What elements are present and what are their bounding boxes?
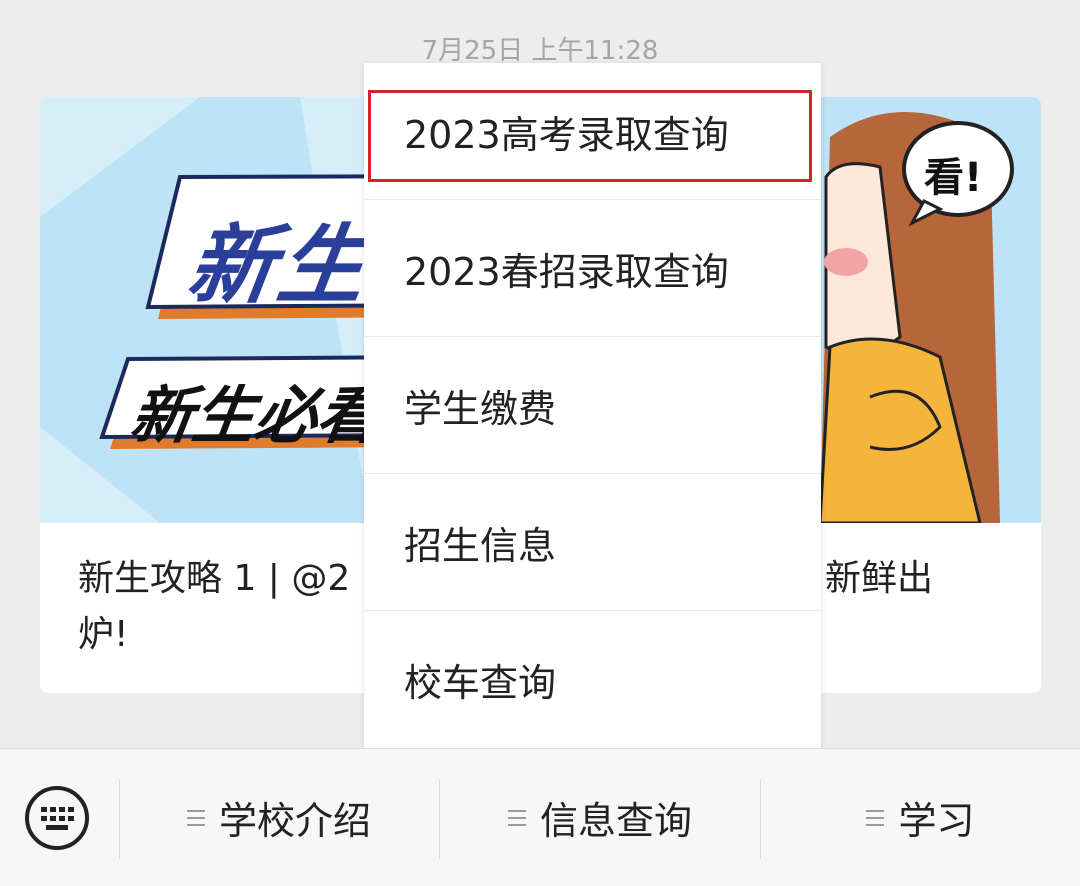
hamburger-icon xyxy=(186,809,205,826)
menu-item-admissions-info[interactable]: 招生信息 xyxy=(364,474,821,611)
menu-item-student-payment[interactable]: 学生缴费 xyxy=(364,337,821,474)
bottom-menu-bar: 学校介绍 信息查询 学习 xyxy=(0,748,1080,886)
highlight-annotation-box xyxy=(368,90,812,182)
menu-tab-label: 学习 xyxy=(898,799,975,843)
menu-tab-label: 学校介绍 xyxy=(218,799,371,843)
keyboard-icon[interactable] xyxy=(24,785,90,851)
article-title-line1: 新生攻略 1 | @2 xyxy=(78,558,351,599)
banner-sub-text: 新生必看 xyxy=(126,379,385,452)
menu-tab-school-intro[interactable]: 学校介绍 xyxy=(120,749,438,886)
menu-tab-info-query[interactable]: 信息查询 xyxy=(440,749,760,886)
message-timestamp: 7月25日 上午11:28 xyxy=(421,36,659,66)
banner-main-text: 新生 xyxy=(181,216,376,316)
menu-tab-label: 信息查询 xyxy=(539,799,692,843)
menu-item-spring-admission-query[interactable]: 2023春招录取查询 xyxy=(364,200,821,337)
menu-tab-study[interactable]: 学习 xyxy=(761,749,1080,886)
hamburger-icon xyxy=(866,809,885,826)
menu-item-school-bus-query[interactable]: 校车查询 xyxy=(364,611,821,748)
hamburger-icon xyxy=(507,809,526,826)
article-title-end: 新鲜出 xyxy=(825,558,934,599)
speech-bubble-text: 看! xyxy=(924,155,983,201)
